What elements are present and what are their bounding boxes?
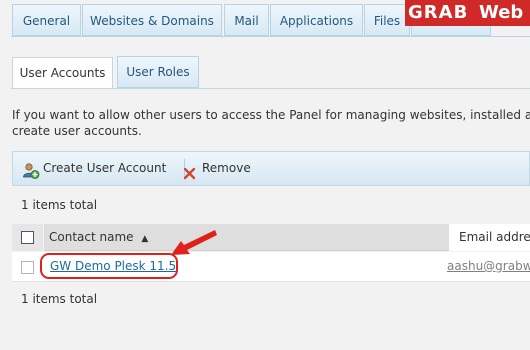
sort-ascending-icon: ▲ (141, 234, 149, 244)
remove-button[interactable]: Remove (182, 152, 252, 185)
email-address-cell: aashu@grabwe (447, 259, 530, 273)
items-total-bottom: 1 items total (21, 292, 98, 306)
annotation-highlight-ellipse (40, 253, 178, 279)
tabs-divider (11, 36, 530, 37)
tab-applications[interactable]: Applications (270, 4, 363, 36)
email-header-label: Email address (459, 230, 530, 244)
column-header-contact-name[interactable]: Contact name ▲ (44, 224, 449, 251)
watermark-suffix: Web (479, 2, 524, 23)
tab-websites-domains-label: Websites & Domains (90, 14, 214, 28)
add-user-icon (22, 160, 40, 179)
table-header: Contact name ▲ Email address (12, 224, 530, 251)
tab-applications-label: Applications (279, 14, 354, 28)
tab-user-roles[interactable]: User Roles (117, 56, 199, 88)
contact-name-header-label: Contact name (49, 230, 134, 244)
remove-label: Remove (202, 161, 251, 175)
watermark-logo: GRAB Web (405, 0, 530, 26)
row-checkbox[interactable] (21, 261, 34, 274)
watermark-brand: GRAB (408, 2, 469, 23)
tab-user-roles-label: User Roles (126, 65, 190, 79)
tab-files-label: Files (373, 14, 401, 28)
intro-line-2: create user accounts. (12, 124, 142, 138)
intro-line-1: If you want to allow other users to acce… (12, 108, 530, 122)
toolbar: Create User Account Remove (12, 151, 530, 186)
tab-mail[interactable]: Mail (224, 4, 269, 36)
tab-user-accounts-label: User Accounts (19, 66, 106, 80)
tab-user-accounts[interactable]: User Accounts (12, 57, 113, 89)
create-user-account-label: Create User Account (43, 161, 167, 175)
items-total-top: 1 items total (21, 198, 98, 212)
select-all-checkbox[interactable] (21, 231, 34, 244)
column-header-email[interactable]: Email address (449, 224, 530, 251)
annotation-arrow-icon (171, 230, 217, 255)
header-checkbox-cell (12, 224, 43, 251)
tab-websites-domains[interactable]: Websites & Domains (82, 4, 222, 36)
subtabs-divider (11, 88, 530, 89)
tab-general[interactable]: General (12, 4, 81, 36)
tab-files[interactable]: Files (364, 4, 410, 36)
remove-x-icon (182, 161, 197, 180)
tab-mail-label: Mail (234, 14, 259, 28)
tab-general-label: General (22, 14, 71, 28)
intro-text: If you want to allow other users to acce… (12, 107, 530, 139)
